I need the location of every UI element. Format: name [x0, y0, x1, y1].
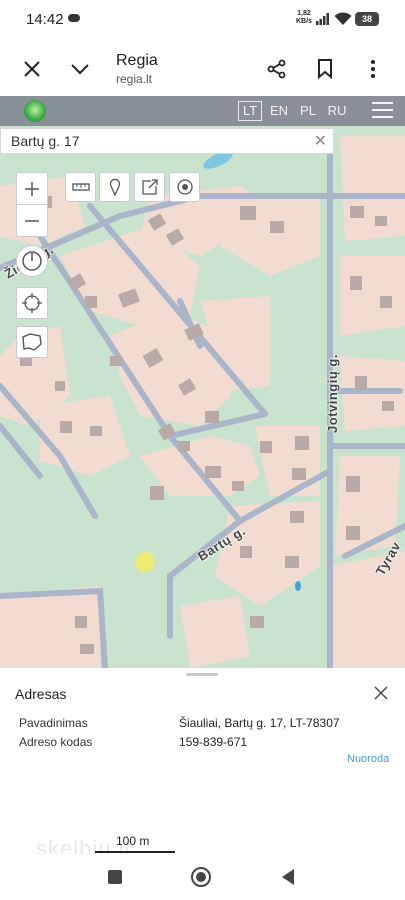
battery-icon: 38	[355, 12, 379, 26]
home-button[interactable]	[190, 866, 212, 888]
locate-button[interactable]	[16, 287, 48, 319]
draw-area-button[interactable]	[16, 326, 48, 358]
wifi-icon	[334, 12, 352, 25]
recents-button[interactable]	[108, 870, 122, 884]
system-nav-bar	[0, 854, 405, 900]
name-label: Pavadinimas	[19, 716, 88, 730]
chevron-down-icon[interactable]	[67, 56, 93, 82]
page-title: Regia	[116, 52, 158, 69]
scale-bar	[95, 851, 175, 853]
lang-lt[interactable]: LT	[238, 101, 262, 121]
page-url: regia.lt	[116, 72, 153, 86]
status-time: 14:42	[26, 11, 64, 28]
status-bar: 14:42 1,82 KB/s 38	[0, 0, 405, 40]
cloud-icon	[68, 14, 80, 22]
more-menu-icon[interactable]	[360, 56, 386, 82]
close-icon[interactable]	[19, 56, 45, 82]
search-input[interactable]	[11, 132, 301, 150]
lang-en[interactable]: EN	[268, 101, 290, 121]
address-search: ✕	[0, 128, 334, 154]
bookmark-icon[interactable]	[312, 56, 338, 82]
browser-toolbar: Regia regia.lt	[0, 40, 405, 96]
street-label-b: Jotvingių g.	[324, 354, 340, 433]
hamburger-menu-icon[interactable]	[372, 102, 393, 120]
cell-signal-icon	[316, 13, 329, 25]
drag-handle[interactable]	[186, 673, 218, 676]
zoom-out-button[interactable]	[16, 204, 48, 237]
pin-button[interactable]	[99, 172, 130, 202]
regia-logo	[24, 100, 46, 122]
code-label: Adreso kodas	[19, 735, 93, 749]
target-button[interactable]	[169, 172, 200, 202]
measure-button[interactable]	[65, 172, 96, 202]
lang-pl[interactable]: PL	[298, 101, 318, 121]
lang-ru[interactable]: RU	[326, 101, 348, 121]
panel-title: Adresas	[15, 686, 67, 702]
compass-button[interactable]	[16, 245, 48, 277]
map-view[interactable]: Žiedų g. Jotvingių g. Bartų g. Tyrav LT …	[0, 96, 405, 668]
map-canvas[interactable]	[0, 96, 405, 668]
back-button[interactable]	[281, 868, 295, 886]
zoom-in-button[interactable]	[16, 172, 48, 205]
water-spot	[295, 581, 301, 591]
map-header: LT EN PL RU	[0, 96, 405, 126]
clear-search-icon[interactable]: ✕	[314, 131, 327, 151]
share-map-button[interactable]	[134, 172, 165, 202]
network-speed: 1,82 KB/s	[296, 10, 312, 25]
share-icon[interactable]	[264, 56, 290, 82]
name-value: Šiauliai, Bartų g. 17, LT-78307	[179, 716, 340, 730]
link-button[interactable]: Nuoroda	[347, 753, 389, 765]
close-icon[interactable]	[372, 684, 390, 702]
address-panel: Adresas Pavadinimas Šiauliai, Bartų g. 1…	[0, 668, 405, 861]
location-marker	[135, 552, 155, 572]
code-value: 159-839-671	[179, 735, 248, 749]
scale-label: 100 m	[116, 834, 150, 848]
